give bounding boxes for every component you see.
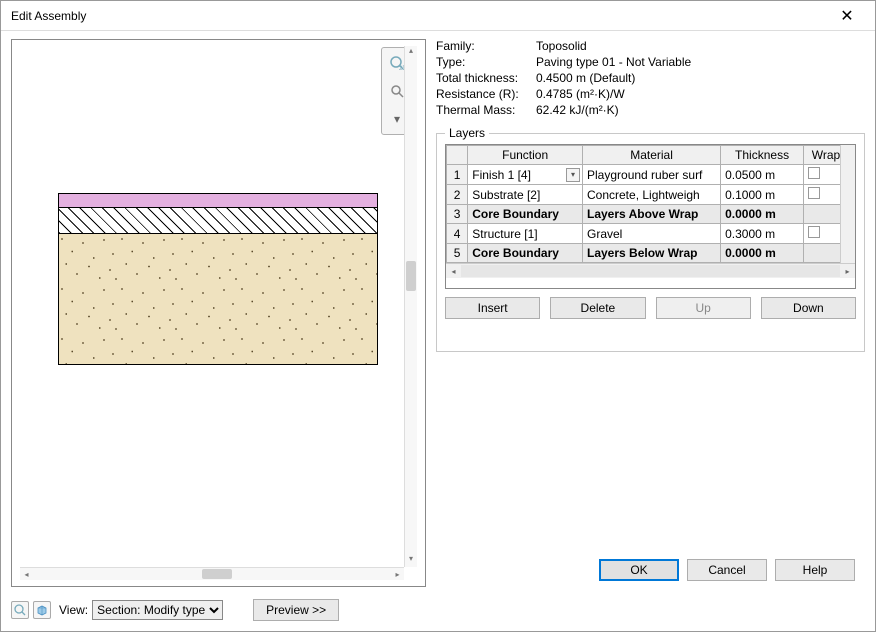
layer-finish [59, 194, 377, 208]
row-number: 1 [447, 165, 468, 185]
zoom-2d-icon[interactable] [11, 601, 29, 619]
cell-function[interactable]: Substrate [2] [468, 185, 583, 205]
edit-assembly-dialog: Edit Assembly ✕ 2D ▾ [0, 0, 876, 632]
cell-material: Layers Below Wrap [583, 244, 721, 263]
preview-button[interactable]: Preview >> [253, 599, 339, 621]
total-thickness-value: 0.4500 m (Default) [536, 71, 865, 85]
row-number: 4 [447, 224, 468, 244]
header-function[interactable]: Function [468, 146, 583, 165]
preview-scrollbar-horizontal[interactable]: ◂ ▸ [20, 567, 404, 580]
row-number: 3 [447, 205, 468, 224]
help-button[interactable]: Help [775, 559, 855, 581]
preview-pane: 2D ▾ ▴ ▾ [11, 39, 426, 587]
view-select[interactable]: Section: Modify type [92, 600, 223, 620]
checkbox-icon[interactable] [808, 167, 820, 179]
layers-group: Layers Function Material Thickness [436, 133, 865, 352]
properties-grid: Family: Toposolid Type: Paving type 01 -… [436, 39, 865, 117]
type-value: Paving type 01 - Not Variable [536, 55, 865, 69]
cell-material[interactable]: Concrete, Lightweigh [583, 185, 721, 205]
checkbox-icon[interactable] [808, 187, 820, 199]
cell-function: Core Boundary [468, 244, 583, 263]
cell-thickness[interactable]: 0.0500 m [721, 165, 804, 185]
table-scrollbar-vertical[interactable] [840, 145, 855, 273]
table-row[interactable]: 5 Core Boundary Layers Below Wrap 0.0000… [447, 244, 855, 263]
cell-thickness: 0.0000 m [721, 205, 804, 224]
cell-function: Core Boundary [468, 205, 583, 224]
table-row[interactable]: 4 Structure [1] Gravel 0.3000 m [447, 224, 855, 244]
total-thickness-label: Total thickness: [436, 71, 536, 85]
cell-material[interactable]: Playground ruber surf [583, 165, 721, 185]
delete-button[interactable]: Delete [550, 297, 645, 319]
up-button[interactable]: Up [656, 297, 751, 319]
type-label: Type: [436, 55, 536, 69]
family-value: Toposolid [536, 39, 865, 53]
layers-table[interactable]: Function Material Thickness Wraps 1 Fini… [445, 144, 856, 289]
thermal-mass-value: 62.42 kJ/(m²·K) [536, 103, 865, 117]
cell-material: Layers Above Wrap [583, 205, 721, 224]
checkbox-icon[interactable] [808, 226, 820, 238]
resistance-value: 0.4785 (m²·K)/W [536, 87, 865, 101]
cell-thickness[interactable]: 0.1000 m [721, 185, 804, 205]
insert-button[interactable]: Insert [445, 297, 540, 319]
cell-thickness[interactable]: 0.3000 m [721, 224, 804, 244]
cell-function[interactable]: Finish 1 [4] ▾ [468, 165, 583, 185]
titlebar: Edit Assembly ✕ [1, 1, 875, 31]
layer-structure [59, 234, 377, 364]
assembly-section-drawing [58, 193, 378, 365]
row-number: 2 [447, 185, 468, 205]
table-row[interactable]: 1 Finish 1 [4] ▾ Playground ruber surf 0… [447, 165, 855, 185]
layers-group-label: Layers [445, 126, 489, 140]
down-button[interactable]: Down [761, 297, 856, 319]
cell-thickness: 0.0000 m [721, 244, 804, 263]
family-label: Family: [436, 39, 536, 53]
layer-substrate [59, 208, 377, 234]
row-number: 5 [447, 244, 468, 263]
header-material[interactable]: Material [583, 146, 721, 165]
cube-3d-icon[interactable] [33, 601, 51, 619]
header-thickness[interactable]: Thickness [721, 146, 804, 165]
preview-scrollbar-vertical[interactable]: ▴ ▾ [404, 46, 417, 567]
chevron-down-icon[interactable]: ▾ [566, 168, 580, 182]
table-row[interactable]: 3 Core Boundary Layers Above Wrap 0.0000… [447, 205, 855, 224]
cell-function[interactable]: Structure [1] [468, 224, 583, 244]
resistance-label: Resistance (R): [436, 87, 536, 101]
header-blank [447, 146, 468, 165]
thermal-mass-label: Thermal Mass: [436, 103, 536, 117]
view-label: View: [59, 603, 88, 617]
ok-button[interactable]: OK [599, 559, 679, 581]
close-button[interactable]: ✕ [827, 2, 867, 30]
table-row[interactable]: 2 Substrate [2] Concrete, Lightweigh 0.1… [447, 185, 855, 205]
window-title: Edit Assembly [11, 9, 827, 23]
cell-material[interactable]: Gravel [583, 224, 721, 244]
cancel-button[interactable]: Cancel [687, 559, 767, 581]
table-scrollbar-horizontal[interactable]: ◂▸ [446, 263, 855, 278]
